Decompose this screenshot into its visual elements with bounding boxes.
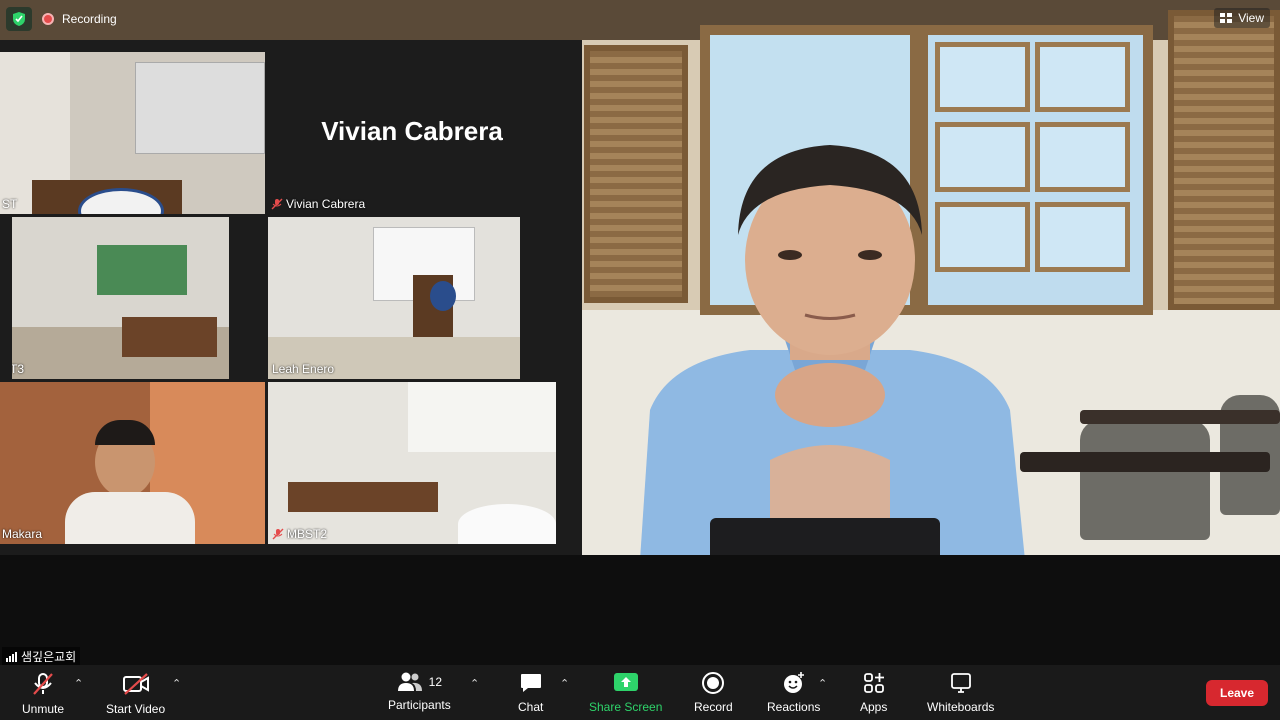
main-speaker-label: 샘깊은교회 bbox=[21, 650, 77, 664]
share-screen-label: Share Screen bbox=[589, 700, 663, 714]
reactions-button[interactable]: Reactions bbox=[767, 671, 820, 714]
participant-card-name: Vivian Cabrera bbox=[321, 116, 503, 146]
chat-label: Chat bbox=[518, 700, 544, 714]
apps-button[interactable]: Apps bbox=[860, 671, 887, 714]
record-label: Record bbox=[694, 700, 733, 714]
chat-chevron-up-icon[interactable]: ⌃ bbox=[560, 677, 569, 690]
main-speaker-name: 샘깊은교회 bbox=[2, 647, 81, 666]
apps-label: Apps bbox=[860, 700, 888, 714]
view-button[interactable]: View bbox=[1214, 8, 1270, 28]
speaker-person bbox=[640, 145, 1025, 560]
muted-microphone-icon bbox=[33, 673, 53, 695]
security-shield-icon[interactable] bbox=[6, 7, 32, 31]
participant-tile-st[interactable]: ST bbox=[0, 52, 265, 214]
participant-name: ST bbox=[2, 197, 18, 211]
participant-tile-vivian-cabrera[interactable]: Vivian Cabrera Vivian Cabrera bbox=[267, 52, 557, 214]
whiteboards-label: Whiteboards bbox=[927, 700, 995, 714]
leave-button[interactable]: Leave bbox=[1206, 680, 1268, 706]
participants-label: Participants bbox=[388, 698, 451, 712]
record-icon bbox=[702, 672, 725, 694]
participant-name: Vivian Cabrera bbox=[286, 197, 366, 211]
recording-label: Recording bbox=[62, 12, 117, 26]
reactions-chevron-up-icon[interactable]: ⌃ bbox=[818, 677, 827, 690]
recording-dot-icon bbox=[42, 13, 54, 25]
participant-name: Leah Enero bbox=[272, 362, 335, 376]
chat-button[interactable]: Chat bbox=[518, 671, 543, 714]
audio-options-chevron-up-icon[interactable]: ⌃ bbox=[74, 677, 83, 690]
participants-chevron-up-icon[interactable]: ⌃ bbox=[470, 677, 479, 690]
participant-tile-leah-enero[interactable]: Leah Enero bbox=[268, 217, 520, 379]
participant-name: MBST2 bbox=[287, 527, 328, 541]
muted-mic-icon bbox=[271, 198, 283, 210]
meeting-status: Recording bbox=[6, 7, 117, 31]
record-button[interactable]: Record bbox=[694, 671, 733, 714]
participants-icon bbox=[397, 672, 422, 691]
participants-button[interactable]: 12 Participants bbox=[388, 671, 451, 712]
muted-mic-icon bbox=[272, 528, 284, 540]
connection-signal-icon bbox=[6, 651, 17, 662]
participant-tile-mbst2[interactable]: MBST2 bbox=[268, 382, 556, 544]
whiteboard-icon bbox=[950, 673, 971, 693]
start-video-label: Start Video bbox=[106, 702, 166, 716]
video-options-chevron-up-icon[interactable]: ⌃ bbox=[172, 677, 181, 690]
share-screen-icon bbox=[613, 673, 638, 691]
grid-view-icon bbox=[1220, 13, 1233, 23]
participant-name: Makara bbox=[2, 527, 43, 541]
reactions-label: Reactions bbox=[767, 700, 821, 714]
share-screen-button[interactable]: Share Screen bbox=[589, 671, 662, 714]
reactions-smiley-icon bbox=[783, 672, 804, 693]
start-video-button[interactable]: Start Video bbox=[106, 671, 165, 716]
view-label: View bbox=[1238, 11, 1264, 25]
whiteboards-button[interactable]: Whiteboards bbox=[927, 671, 994, 714]
video-off-icon bbox=[122, 673, 149, 695]
apps-icon bbox=[863, 673, 884, 693]
participant-name: ST3 bbox=[12, 362, 25, 376]
chat-bubble-icon bbox=[520, 674, 541, 692]
meeting-toolbar: Unmute ⌃ Start Video ⌃ 12 Participants ⌃… bbox=[0, 665, 1280, 720]
unmute-label: Unmute bbox=[22, 702, 65, 716]
participant-tile-st3[interactable]: ST3 bbox=[12, 217, 229, 379]
gallery-panel: ST Vivian Cabrera Vivian Cabrera ST3 Lea… bbox=[0, 40, 582, 555]
unmute-button[interactable]: Unmute bbox=[22, 671, 64, 716]
participant-tile-makara[interactable]: Makara bbox=[0, 382, 265, 544]
participants-count: 12 bbox=[428, 675, 443, 689]
